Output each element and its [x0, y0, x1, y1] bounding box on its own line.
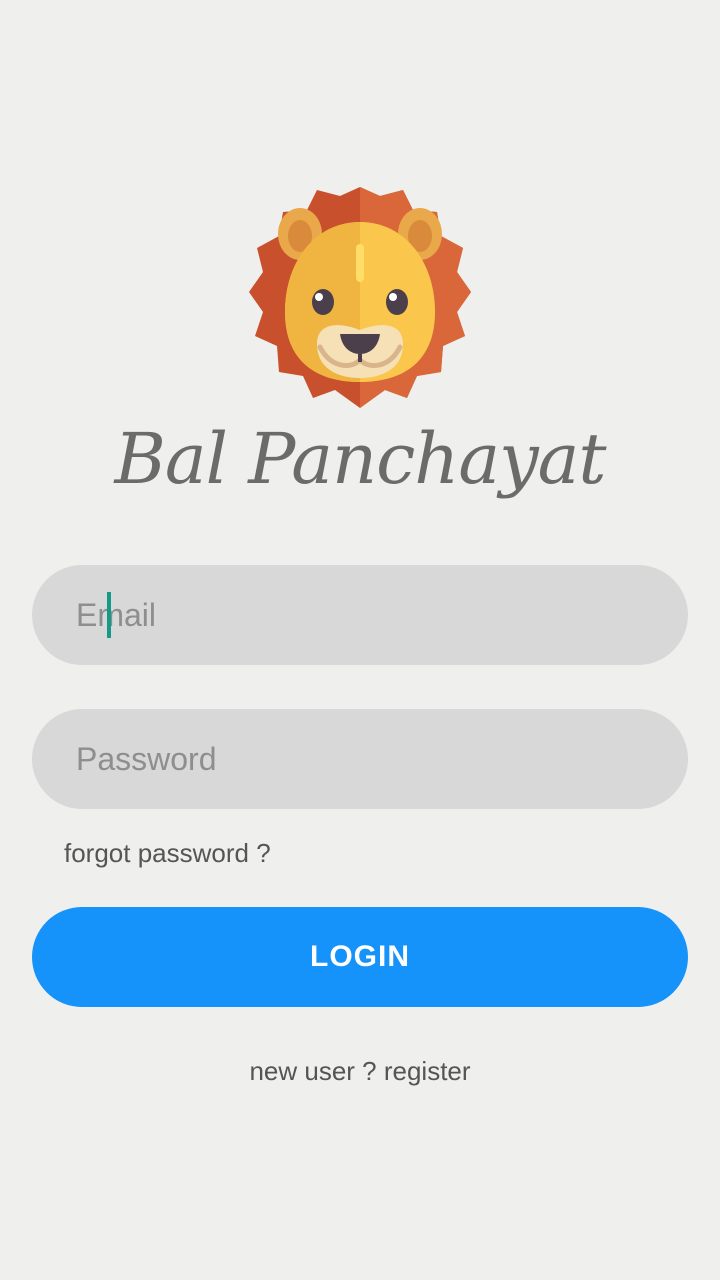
email-field[interactable]	[76, 596, 688, 634]
password-field[interactable]	[76, 740, 688, 778]
register-link[interactable]: new user ? register	[0, 1056, 720, 1087]
login-screen: Bal Panchayat forgot password ? LOGIN ne…	[0, 0, 720, 1280]
forgot-password-link[interactable]: forgot password ?	[64, 838, 271, 869]
app-title: Bal Panchayat	[114, 418, 606, 500]
email-field-container[interactable]	[32, 565, 688, 665]
text-caret	[107, 592, 111, 638]
lion-face-icon	[245, 182, 475, 412]
login-button[interactable]: LOGIN	[32, 907, 688, 1007]
password-field-container[interactable]	[32, 709, 688, 809]
